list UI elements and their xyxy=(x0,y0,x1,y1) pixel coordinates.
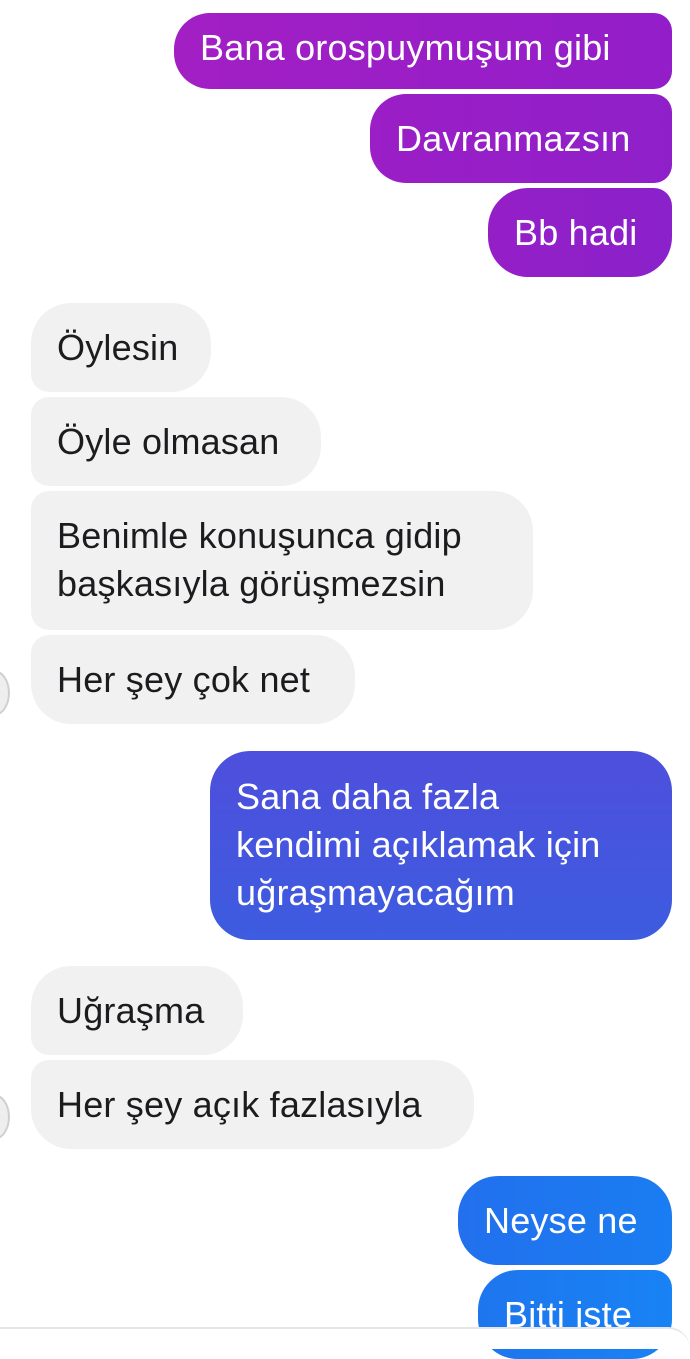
message-bubble-outgoing[interactable]: Bana orospuymuşum gibi xyxy=(174,13,672,89)
message-bubble-incoming[interactable]: Öyle olmasan xyxy=(31,397,321,486)
message-bubble-outgoing[interactable]: Sana daha fazla kendimi açıklamak için u… xyxy=(210,751,672,940)
message-bubble-incoming[interactable]: Uğraşma xyxy=(31,966,243,1055)
message-bubble-incoming[interactable]: Öylesin xyxy=(31,303,211,392)
message-bubble-incoming[interactable]: Her şey açık fazlasıyla xyxy=(31,1060,474,1149)
message-bubble-incoming[interactable]: Her şey çok net xyxy=(31,635,355,724)
avatar xyxy=(0,670,10,716)
message-bubble-outgoing[interactable]: Bb hadi xyxy=(488,188,672,277)
composer-bar-edge xyxy=(0,1327,690,1349)
message-bubble-outgoing[interactable]: Neyse ne xyxy=(458,1176,672,1265)
avatar xyxy=(0,1094,10,1140)
message-bubble-incoming[interactable]: Benimle konuşunca gidip başkasıyla görüş… xyxy=(31,491,533,630)
message-bubble-outgoing[interactable]: Davranmazsın xyxy=(370,94,672,183)
